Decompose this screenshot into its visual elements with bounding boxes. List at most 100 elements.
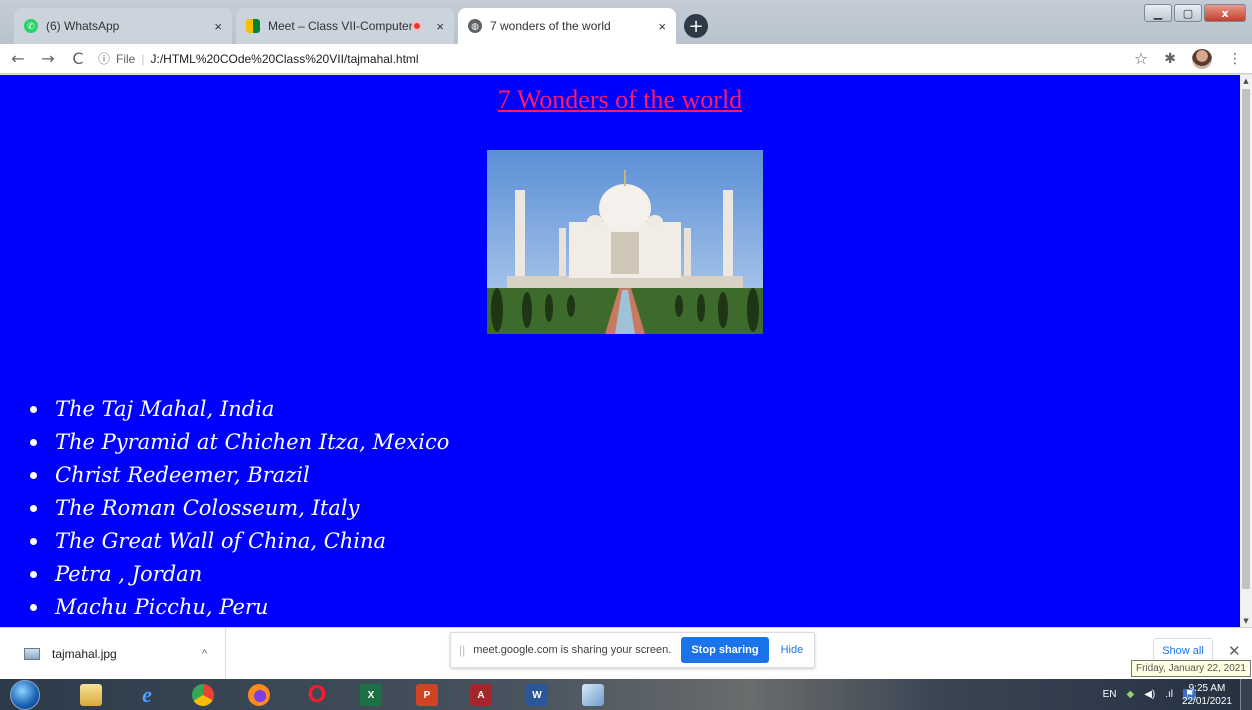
- browser-tab-strip: ✆ (6) WhatsApp × Meet – Class VII-Comput…: [0, 0, 1252, 44]
- taskbar-powerpoint[interactable]: P: [400, 681, 454, 709]
- address-bar[interactable]: ⓘ File | J:/HTML%20COde%20Class%20VII/ta…: [98, 50, 419, 67]
- list-item-text: Petra , Jordan: [55, 562, 203, 586]
- window-close-button[interactable]: x: [1204, 4, 1246, 22]
- recording-icon: [412, 21, 423, 31]
- download-item[interactable]: tajmahal.jpg ^: [10, 628, 226, 680]
- taskbar-excel[interactable]: X: [344, 681, 398, 709]
- network-sharing-icon[interactable]: ◆: [1127, 689, 1135, 700]
- scroll-up-icon[interactable]: ▲: [1240, 75, 1252, 87]
- google-meet-icon: [246, 19, 260, 33]
- paint-icon: [582, 684, 604, 706]
- screen-share-bar: || meet.google.com is sharing your scree…: [450, 632, 815, 668]
- window-controls: ▁ ▢ x: [1144, 4, 1246, 22]
- globe-icon: ◍: [468, 19, 482, 33]
- list-item: Petra , Jordan: [30, 558, 449, 591]
- word-icon: W: [526, 684, 548, 706]
- powerpoint-icon: P: [416, 684, 438, 706]
- bullet: [30, 406, 37, 413]
- date-tooltip: Friday, January 22, 2021: [1131, 660, 1251, 677]
- access-icon: A: [470, 684, 492, 706]
- taskbar-opera[interactable]: O: [290, 681, 344, 709]
- hide-button[interactable]: Hide: [781, 644, 804, 656]
- forward-icon[interactable]: →: [36, 49, 60, 68]
- page-title: 7 Wonders of the world: [497, 85, 743, 114]
- wonders-list: The Taj Mahal, India The Pyramid at Chic…: [30, 393, 449, 624]
- bullet: [30, 571, 37, 578]
- taskbar-access[interactable]: A: [454, 681, 508, 709]
- scroll-thumb[interactable]: [1242, 89, 1250, 589]
- taskbar-chrome[interactable]: [176, 681, 230, 709]
- taskbar-internet-explorer[interactable]: e: [120, 681, 174, 709]
- minimize-button[interactable]: ▁: [1144, 4, 1172, 22]
- close-icon[interactable]: ×: [214, 19, 222, 34]
- whatsapp-icon: ✆: [24, 19, 38, 33]
- excel-icon: X: [360, 684, 382, 706]
- list-item-text: The Taj Mahal, India: [55, 397, 275, 421]
- bullet: [30, 439, 37, 446]
- show-desktop-button[interactable]: [1240, 679, 1252, 710]
- taskbar-paint[interactable]: [566, 681, 620, 709]
- tab-title: 7 wonders of the world: [490, 19, 611, 33]
- tab-title: Meet – Class VII-Computer: [268, 19, 413, 33]
- ie-icon: e: [142, 682, 152, 707]
- chevron-up-icon[interactable]: ^: [202, 648, 207, 660]
- list-item: The Roman Colosseum, Italy: [30, 492, 449, 525]
- extensions-icon[interactable]: ✱: [1164, 51, 1176, 67]
- list-item-text: Christ Redeemer, Brazil: [55, 463, 310, 487]
- new-tab-button[interactable]: +: [684, 14, 708, 38]
- list-item-text: The Roman Colosseum, Italy: [55, 496, 360, 520]
- taskbar-word[interactable]: W: [510, 681, 564, 709]
- language-indicator[interactable]: EN: [1103, 689, 1117, 700]
- taskbar-explorer[interactable]: [64, 681, 118, 709]
- toolbar-actions: ☆ ✱ ⋮: [1134, 48, 1252, 69]
- start-button[interactable]: [10, 680, 40, 710]
- firefox-icon: [248, 684, 270, 706]
- windows-taskbar: e O X P A W EN ◆ ◀) .ıl ⚑ 9:25 AM 22/01/…: [0, 679, 1252, 710]
- browser-toolbar: ← → C ⓘ File | J:/HTML%20COde%20Class%20…: [0, 44, 1252, 74]
- bullet: [30, 604, 37, 611]
- stop-sharing-button[interactable]: Stop sharing: [681, 637, 769, 663]
- volume-icon[interactable]: ◀): [1144, 689, 1155, 700]
- list-item: Machu Picchu, Peru: [30, 591, 449, 624]
- tab-wonders[interactable]: ◍ 7 wonders of the world ×: [458, 8, 676, 44]
- tab-meet[interactable]: Meet – Class VII-Computer ×: [236, 8, 454, 44]
- close-icon[interactable]: ✕: [1228, 642, 1241, 660]
- bullet: [30, 505, 37, 512]
- taj-mahal-image: [487, 150, 763, 334]
- download-shelf: tajmahal.jpg ^ || meet.google.com is sha…: [0, 627, 1252, 680]
- list-item: The Great Wall of China, China: [30, 525, 449, 558]
- folder-icon: [80, 684, 102, 706]
- close-icon[interactable]: ×: [436, 19, 444, 34]
- chrome-icon: [192, 684, 214, 706]
- list-item: The Taj Mahal, India: [30, 393, 449, 426]
- scroll-down-icon[interactable]: ▼: [1240, 615, 1252, 627]
- menu-kebab-icon[interactable]: ⋮: [1228, 51, 1242, 67]
- profile-avatar[interactable]: [1192, 48, 1212, 69]
- url-text[interactable]: J:/HTML%20COde%20Class%20VII/tajmahal.ht…: [150, 52, 418, 66]
- image-file-icon: [24, 648, 40, 660]
- page-scrollbar[interactable]: ▲ ▼: [1240, 75, 1252, 627]
- list-item: The Pyramid at Chichen Itza, Mexico: [30, 426, 449, 459]
- taskbar-clock[interactable]: 9:25 AM 22/01/2021: [1182, 682, 1232, 708]
- back-icon[interactable]: ←: [6, 49, 30, 68]
- list-item-text: The Pyramid at Chichen Itza, Mexico: [55, 430, 450, 454]
- bullet: [30, 472, 37, 479]
- taskbar-firefox[interactable]: [232, 681, 286, 709]
- list-item: Christ Redeemer, Brazil: [30, 459, 449, 492]
- bookmark-star-icon[interactable]: ☆: [1134, 49, 1148, 68]
- tab-title: (6) WhatsApp: [46, 19, 120, 33]
- download-file-name: tajmahal.jpg: [52, 647, 117, 661]
- scheme-label: File: [116, 51, 136, 66]
- share-message: meet.google.com is sharing your screen.: [473, 644, 672, 656]
- clock-time: 9:25 AM: [1188, 683, 1226, 694]
- signal-icon[interactable]: .ıl: [1165, 689, 1173, 700]
- close-icon[interactable]: ×: [658, 19, 666, 34]
- maximize-button[interactable]: ▢: [1174, 4, 1202, 22]
- address-separator: |: [141, 51, 145, 66]
- list-item-text: Machu Picchu, Peru: [55, 595, 269, 619]
- tab-whatsapp[interactable]: ✆ (6) WhatsApp ×: [14, 8, 232, 44]
- page-viewport: 7 Wonders of the world The Taj Mahal, In…: [0, 75, 1240, 627]
- reload-icon[interactable]: C: [66, 49, 90, 68]
- drag-handle-icon[interactable]: ||: [459, 643, 465, 657]
- info-icon[interactable]: ⓘ: [98, 50, 110, 67]
